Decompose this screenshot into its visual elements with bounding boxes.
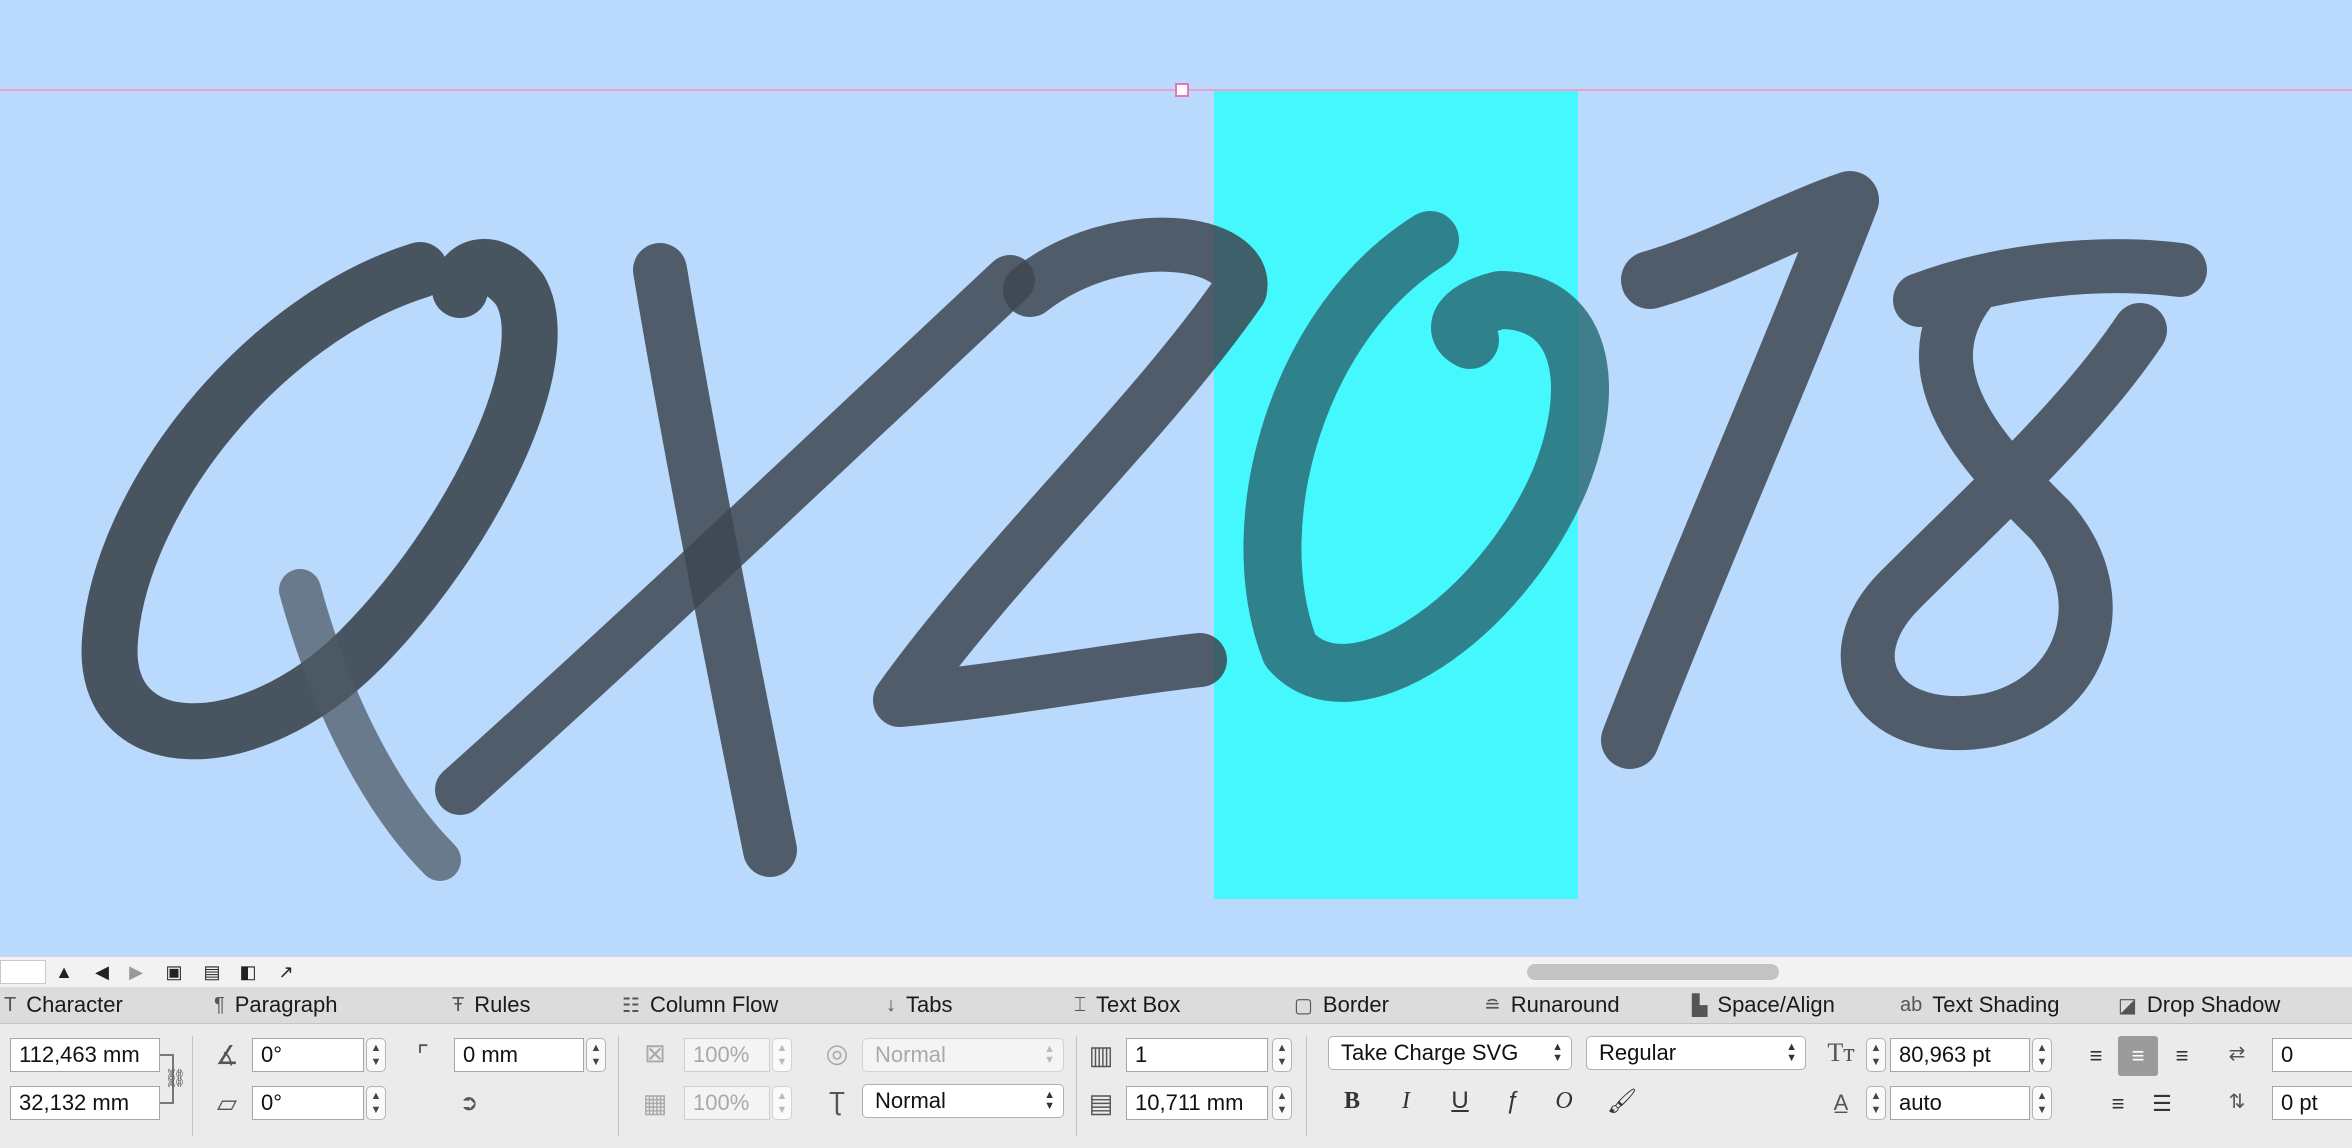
- corner-radius-icon[interactable]: ⌜: [408, 1038, 438, 1072]
- rules-icon: Ŧ: [452, 993, 465, 1016]
- leading-dropdown[interactable]: ▲ ▼: [2032, 1086, 2052, 1120]
- rotation-angle-field[interactable]: 0°: [252, 1038, 364, 1072]
- arrow-circle-icon[interactable]: ➲: [454, 1086, 484, 1120]
- tab-drop-shadow[interactable]: ◪ Drop Shadow: [2118, 987, 2280, 1023]
- gutter-width-stepper[interactable]: ▲ ▼: [1272, 1086, 1292, 1120]
- leading-field[interactable]: auto: [1890, 1086, 2030, 1120]
- view-mode-split-horizontal-icon[interactable]: ▤: [198, 960, 226, 984]
- font-style-select[interactable]: Regular ▲ ▼: [1586, 1036, 1806, 1070]
- select-chevron-icon: ▲ ▼: [1044, 1089, 1055, 1112]
- font-size-dropdown[interactable]: ▲ ▼: [2032, 1038, 2052, 1072]
- separator: [1076, 1036, 1077, 1136]
- blend-mode-select[interactable]: Normal ▲ ▼: [862, 1038, 1064, 1072]
- frame-opacity-stepper[interactable]: ▲ ▼: [772, 1086, 792, 1120]
- corner-radius-field[interactable]: 0 mm: [454, 1038, 584, 1072]
- select-chevron-icon: ▲ ▼: [1552, 1041, 1563, 1064]
- text-shading-icon: ab: [1900, 993, 1923, 1016]
- export-layout-icon[interactable]: ↗: [272, 960, 300, 984]
- outline-style-button[interactable]: O: [1546, 1084, 1582, 1118]
- measurements-panel: 112,463 mm 32,132 mm ⛓ ∡ 0° ▲ ▼ ▱ 0° ▲ ▼ ⌜…: [0, 1024, 2352, 1148]
- style-sheet-brush-icon[interactable]: 🖌: [1604, 1084, 1640, 1118]
- columns-icon: ▥: [1088, 1039, 1114, 1070]
- blend-mode-icon: ◎: [825, 1037, 849, 1068]
- rotation-angle-icon: ∡: [215, 1039, 239, 1070]
- rotation-angle-stepper[interactable]: ▲ ▼: [366, 1038, 386, 1072]
- font-size-field[interactable]: 80,963 pt: [1890, 1038, 2030, 1072]
- width-field[interactable]: 112,463 mm: [10, 1038, 160, 1072]
- text-box-icon: ⌶: [1074, 993, 1086, 1016]
- page-up-icon[interactable]: ▲: [50, 960, 78, 984]
- drop-shadow-icon: ◪: [2118, 994, 2137, 1017]
- tab-stop-icon: ↓: [886, 993, 896, 1016]
- columns-stepper[interactable]: ▲ ▼: [1272, 1038, 1292, 1072]
- tab-tabs[interactable]: ↓ Tabs: [886, 987, 952, 1023]
- skew-stepper[interactable]: ▲ ▼: [366, 1086, 386, 1120]
- font-family-select[interactable]: Take Charge SVG ▲ ▼: [1328, 1036, 1572, 1070]
- tab-paragraph[interactable]: ¶ Paragraph: [214, 987, 338, 1023]
- measurements-tab-bar: T Character ¶ Paragraph Ŧ Rules ☷ Column Flo…: [0, 987, 2352, 1024]
- runaround-icon: ≘: [1484, 994, 1501, 1017]
- baseline-shift-field[interactable]: 0 pt: [2272, 1086, 2352, 1120]
- transparency-checker-icon[interactable]: ▦: [640, 1086, 670, 1120]
- view-mode-single-icon[interactable]: ▣: [160, 960, 188, 984]
- leading-stepper[interactable]: ▲ ▼: [1866, 1086, 1886, 1120]
- page-number-field[interactable]: [0, 960, 46, 984]
- columns-field[interactable]: 1: [1126, 1038, 1268, 1072]
- tab-column-flow[interactable]: ☷ Column Flow: [622, 987, 778, 1023]
- link-chain-icon[interactable]: ⛓: [164, 1068, 187, 1089]
- view-mode-split-vertical-icon[interactable]: ◧: [234, 960, 262, 984]
- pilcrow-icon: ¶: [214, 993, 225, 1016]
- skew-icon: ▱: [217, 1087, 237, 1118]
- tab-text-box[interactable]: ⌶ Text Box: [1074, 987, 1180, 1023]
- align-left-button[interactable]: ≡: [2076, 1036, 2116, 1076]
- tracking-field[interactable]: 0: [2272, 1038, 2352, 1072]
- horizontal-scrollbar-thumb[interactable]: [1527, 964, 1779, 980]
- tracking-icon: ⇄: [2228, 1042, 2246, 1065]
- function-style-icon[interactable]: ƒ: [1494, 1084, 1530, 1118]
- align-justify-button[interactable]: ≡: [2098, 1084, 2138, 1124]
- tab-space-align[interactable]: ▙ Space/Align: [1692, 987, 1835, 1023]
- height-field[interactable]: 32,132 mm: [10, 1086, 160, 1120]
- align-right-button[interactable]: ≡: [2162, 1036, 2202, 1076]
- bold-button[interactable]: B: [1334, 1084, 1370, 1118]
- fill-opacity-stepper[interactable]: ▲ ▼: [772, 1038, 792, 1072]
- gutter-width-field[interactable]: 10,711 mm: [1126, 1086, 1268, 1120]
- next-page-icon[interactable]: ▶: [122, 960, 150, 984]
- document-canvas[interactable]: [0, 0, 2352, 956]
- tab-border[interactable]: ▢ Border: [1294, 987, 1389, 1023]
- brush-lettering-artwork[interactable]: [0, 0, 2352, 956]
- select-chevron-icon: ▲ ▼: [1044, 1043, 1055, 1066]
- tab-runaround[interactable]: ≘ Runaround: [1484, 987, 1620, 1023]
- page-navigation-bar: ▲ ◀ ▶ ▣ ▤ ◧ ↗: [0, 956, 2352, 988]
- font-size-stepper[interactable]: ▲ ▼: [1866, 1038, 1886, 1072]
- tab-character[interactable]: T Character: [4, 987, 123, 1023]
- frame-opacity-field[interactable]: 100%: [684, 1086, 770, 1120]
- text-blend-mode-select[interactable]: Normal ▲ ▼: [862, 1084, 1064, 1118]
- align-force-justify-button[interactable]: ☰: [2142, 1084, 2182, 1124]
- baseline-shift-icon: ⇅: [2228, 1090, 2246, 1113]
- separator: [618, 1036, 619, 1136]
- separator: [192, 1036, 193, 1136]
- leading-icon: A̲: [1833, 1090, 1849, 1115]
- tab-text-shading[interactable]: ab Text Shading: [1900, 987, 2059, 1023]
- fill-opacity-field[interactable]: 100%: [684, 1038, 770, 1072]
- column-flow-icon: ☷: [622, 994, 640, 1017]
- font-size-icon: Tт: [1827, 1038, 1855, 1067]
- border-icon: ▢: [1294, 994, 1313, 1017]
- corner-radius-stepper[interactable]: ▲ ▼: [586, 1038, 606, 1072]
- underline-button[interactable]: U: [1442, 1084, 1478, 1118]
- tab-rules[interactable]: Ŧ Rules: [452, 987, 530, 1023]
- previous-page-icon[interactable]: ◀: [88, 960, 116, 984]
- text-blend-icon: Ʈ: [829, 1085, 845, 1116]
- space-align-icon: ▙: [1692, 994, 1708, 1017]
- align-center-button[interactable]: ≡: [2118, 1036, 2158, 1076]
- text-icon: T: [4, 993, 17, 1016]
- select-chevron-icon: ▲ ▼: [1786, 1041, 1797, 1064]
- gutter-width-icon: ▤: [1088, 1087, 1114, 1118]
- separator: [1306, 1036, 1307, 1136]
- italic-button[interactable]: I: [1388, 1084, 1424, 1118]
- frame-color-icon[interactable]: ⊠: [640, 1036, 670, 1070]
- skew-field[interactable]: 0°: [252, 1086, 364, 1120]
